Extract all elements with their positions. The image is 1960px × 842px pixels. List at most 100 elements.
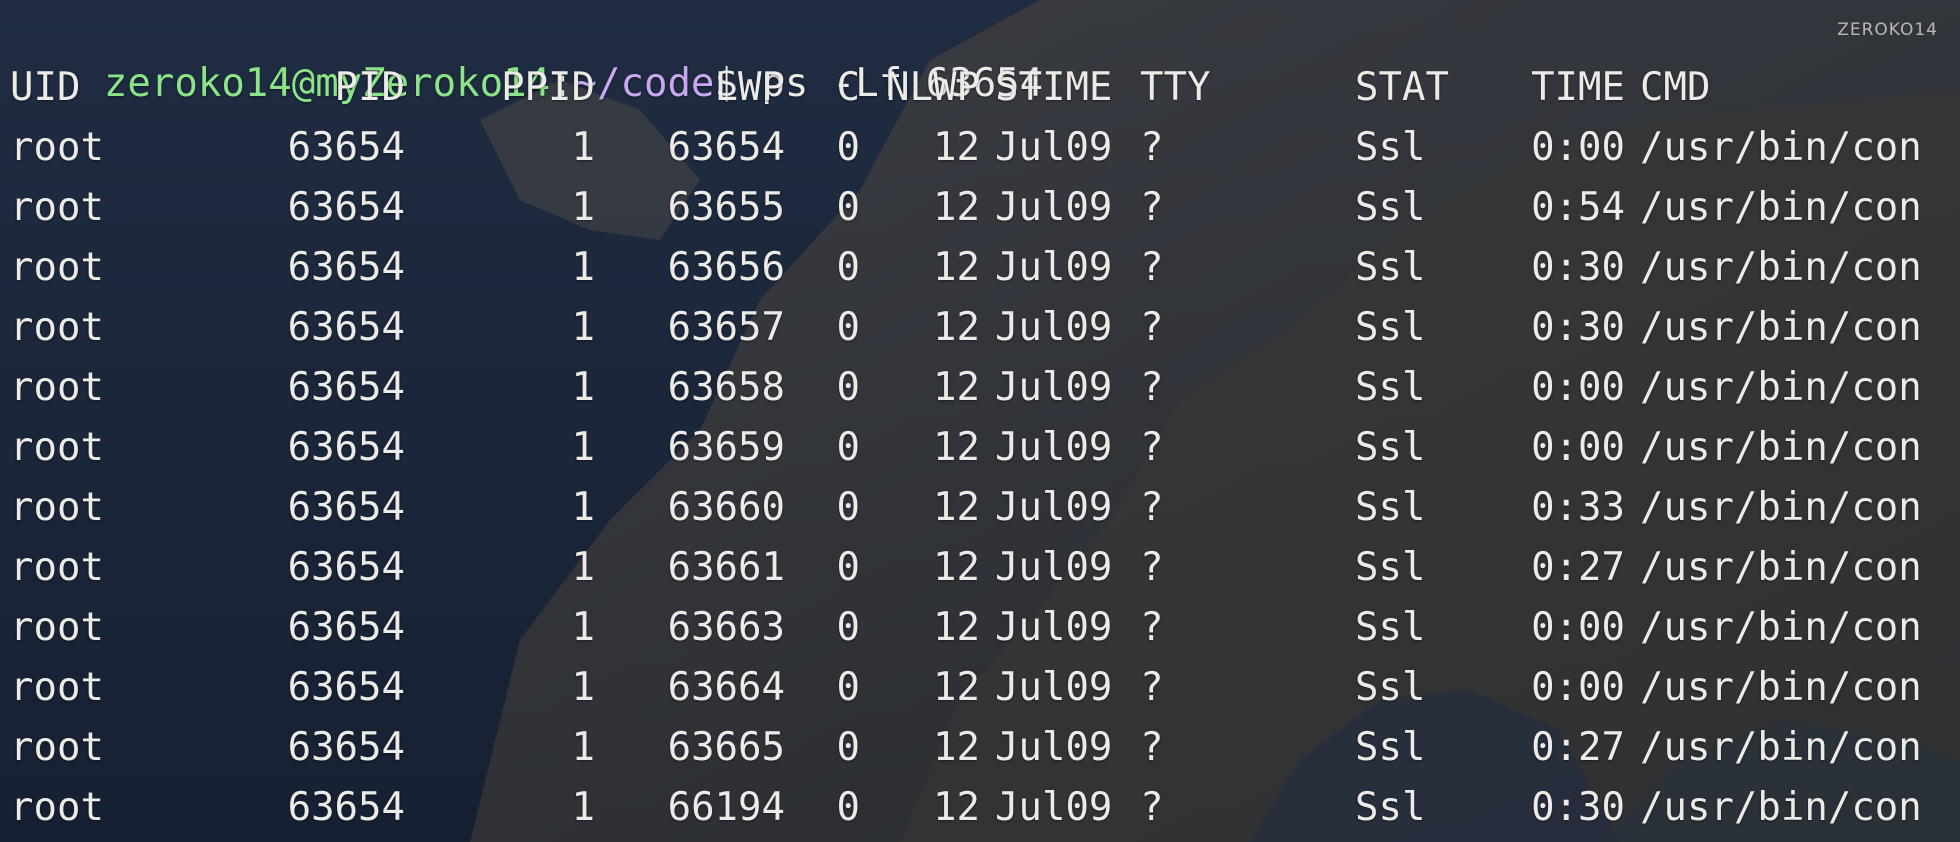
cell-stat: Ssl bbox=[1355, 245, 1426, 290]
cell-ppid: 1 bbox=[571, 665, 595, 710]
cell-stime: Jul09 bbox=[995, 665, 1113, 710]
cell-tty: ? bbox=[1140, 125, 1164, 170]
cell-stat: Ssl bbox=[1355, 725, 1426, 770]
cell-pid: 63654 bbox=[287, 425, 405, 470]
cell-ppid: 1 bbox=[571, 425, 595, 470]
cell-stime: Jul09 bbox=[995, 425, 1113, 470]
cell-stat: Ssl bbox=[1355, 665, 1426, 710]
cell-c: 0 bbox=[836, 305, 860, 350]
cell-pid: 63654 bbox=[287, 305, 405, 350]
cell-ppid: 1 bbox=[571, 485, 595, 530]
cell-ppid: 1 bbox=[571, 605, 595, 650]
cell-pid: 63654 bbox=[287, 545, 405, 590]
cell-lwp: 63654 bbox=[667, 125, 785, 170]
cell-nlwp: 12 bbox=[933, 125, 980, 170]
cell-time: 0:30 bbox=[1531, 305, 1625, 350]
cell-nlwp: 12 bbox=[933, 365, 980, 410]
cell-time: 0:00 bbox=[1531, 125, 1625, 170]
cell-time: 0:33 bbox=[1531, 485, 1625, 530]
column-header-uid: UID bbox=[10, 65, 81, 110]
cell-stat: Ssl bbox=[1355, 365, 1426, 410]
cell-c: 0 bbox=[836, 545, 860, 590]
cell-time: 0:00 bbox=[1531, 365, 1625, 410]
cell-lwp: 63660 bbox=[667, 485, 785, 530]
cell-cmd: /usr/bin/con bbox=[1640, 245, 1922, 290]
cell-uid: root bbox=[10, 485, 104, 530]
cell-cmd: /usr/bin/con bbox=[1640, 665, 1922, 710]
cell-pid: 63654 bbox=[287, 245, 405, 290]
cell-stat: Ssl bbox=[1355, 185, 1426, 230]
table-header: UID PID PPID LWP C NLWP STIME TTY STAT T… bbox=[10, 60, 1710, 116]
cell-uid: root bbox=[10, 605, 104, 650]
cell-c: 0 bbox=[836, 605, 860, 650]
cell-uid: root bbox=[10, 545, 104, 590]
cell-nlwp: 12 bbox=[933, 425, 980, 470]
cell-tty: ? bbox=[1140, 605, 1164, 650]
cell-c: 0 bbox=[836, 785, 860, 830]
cell-stat: Ssl bbox=[1355, 785, 1426, 830]
cell-c: 0 bbox=[836, 725, 860, 770]
cell-lwp: 66194 bbox=[667, 785, 785, 830]
cell-cmd: /usr/bin/con bbox=[1640, 725, 1922, 770]
cell-ppid: 1 bbox=[571, 545, 595, 590]
cell-c: 0 bbox=[836, 425, 860, 470]
cell-ppid: 1 bbox=[571, 125, 595, 170]
cell-lwp: 63665 bbox=[667, 725, 785, 770]
prompt-line: zeroko14@myZeroko14:~/code$ ps -Lf 63654 bbox=[10, 0, 1043, 106]
cell-pid: 63654 bbox=[287, 365, 405, 410]
cell-cmd: /usr/bin/con bbox=[1640, 485, 1922, 530]
cell-tty: ? bbox=[1140, 725, 1164, 770]
cell-uid: root bbox=[10, 665, 104, 710]
cell-nlwp: 12 bbox=[933, 245, 980, 290]
column-header-stime: STIME bbox=[995, 65, 1113, 110]
cell-lwp: 63658 bbox=[667, 365, 785, 410]
cell-time: 0:54 bbox=[1531, 185, 1625, 230]
cell-tty: ? bbox=[1140, 245, 1164, 290]
cell-lwp: 63657 bbox=[667, 305, 785, 350]
cell-tty: ? bbox=[1140, 425, 1164, 470]
cell-cmd: /usr/bin/con bbox=[1640, 365, 1922, 410]
cell-stime: Jul09 bbox=[995, 785, 1113, 830]
cell-stime: Jul09 bbox=[995, 185, 1113, 230]
cell-tty: ? bbox=[1140, 665, 1164, 710]
cell-uid: root bbox=[10, 725, 104, 770]
cell-nlwp: 12 bbox=[933, 725, 980, 770]
column-header-c: C bbox=[836, 65, 860, 110]
cell-uid: root bbox=[10, 785, 104, 830]
watermark-label: ZEROKO14 bbox=[1837, 20, 1938, 40]
cell-nlwp: 12 bbox=[933, 545, 980, 590]
cell-stat: Ssl bbox=[1355, 605, 1426, 650]
cell-ppid: 1 bbox=[571, 725, 595, 770]
column-header-stat: STAT bbox=[1355, 65, 1449, 110]
column-header-ppid: PPID bbox=[501, 65, 595, 110]
cell-time: 0:27 bbox=[1531, 725, 1625, 770]
column-header-time: TIME bbox=[1531, 65, 1625, 110]
cell-stime: Jul09 bbox=[995, 485, 1113, 530]
cell-stime: Jul09 bbox=[995, 605, 1113, 650]
cell-uid: root bbox=[10, 125, 104, 170]
cell-nlwp: 12 bbox=[933, 665, 980, 710]
cell-tty: ? bbox=[1140, 545, 1164, 590]
cell-uid: root bbox=[10, 185, 104, 230]
cell-uid: root bbox=[10, 245, 104, 290]
cell-stat: Ssl bbox=[1355, 425, 1426, 470]
cell-time: 0:27 bbox=[1531, 545, 1625, 590]
cell-tty: ? bbox=[1140, 785, 1164, 830]
terminal-window[interactable]: ZEROKO14 zeroko14@myZeroko14:~/code$ ps … bbox=[0, 0, 1960, 842]
cell-c: 0 bbox=[836, 185, 860, 230]
cell-tty: ? bbox=[1140, 485, 1164, 530]
cell-time: 0:30 bbox=[1531, 785, 1625, 830]
cell-c: 0 bbox=[836, 245, 860, 290]
cell-stat: Ssl bbox=[1355, 305, 1426, 350]
cell-stat: Ssl bbox=[1355, 125, 1426, 170]
cell-lwp: 63659 bbox=[667, 425, 785, 470]
column-header-cmd: CMD bbox=[1640, 65, 1711, 110]
cell-pid: 63654 bbox=[287, 125, 405, 170]
cell-time: 0:00 bbox=[1531, 425, 1625, 470]
cell-c: 0 bbox=[836, 665, 860, 710]
cell-ppid: 1 bbox=[571, 185, 595, 230]
cell-nlwp: 12 bbox=[933, 785, 980, 830]
cell-pid: 63654 bbox=[287, 485, 405, 530]
cell-cmd: /usr/bin/con bbox=[1640, 425, 1922, 470]
cell-uid: root bbox=[10, 365, 104, 410]
